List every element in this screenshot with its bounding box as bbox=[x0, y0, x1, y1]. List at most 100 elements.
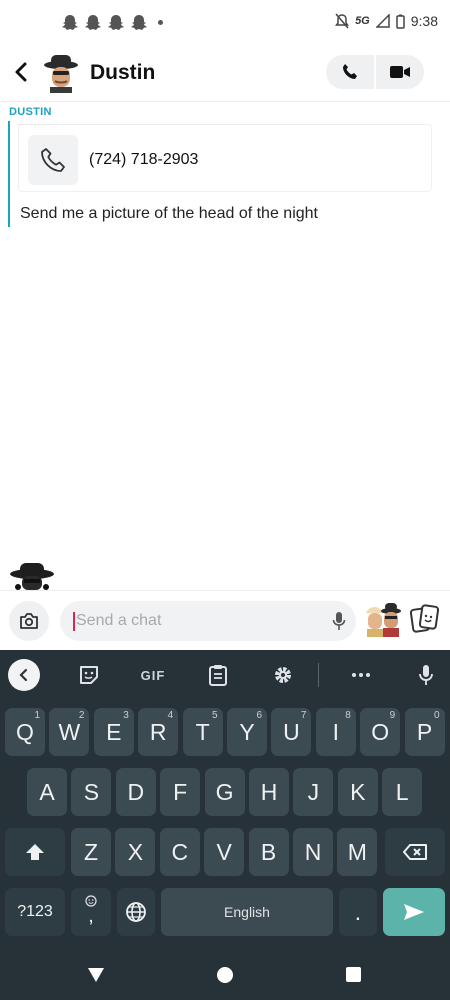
key-x[interactable]: X bbox=[115, 828, 156, 876]
clipboard-button[interactable] bbox=[203, 660, 233, 690]
language-key[interactable] bbox=[117, 888, 155, 936]
key-a[interactable]: A bbox=[27, 768, 67, 816]
key-label: F bbox=[173, 778, 188, 805]
key-hint: 7 bbox=[300, 710, 307, 721]
emoji-comma-key[interactable]: , bbox=[71, 888, 111, 936]
text-caret bbox=[73, 612, 75, 631]
clock: 9:38 bbox=[410, 13, 438, 29]
chat-header: Dustin bbox=[0, 46, 450, 102]
key-label: U bbox=[283, 718, 300, 745]
settings-icon bbox=[275, 667, 291, 683]
message-text: Send me a picture of the head of the nig… bbox=[20, 205, 318, 222]
status-bar: 5G 9:38 bbox=[0, 0, 450, 46]
send-icon bbox=[404, 904, 424, 920]
chevron-left-icon[interactable] bbox=[8, 58, 36, 86]
toolbar-back-button[interactable] bbox=[8, 659, 40, 691]
key-label: N bbox=[304, 838, 322, 865]
key-label: Y bbox=[239, 718, 255, 745]
network-type: 5G bbox=[355, 15, 370, 27]
key-label: T bbox=[195, 718, 210, 745]
key-label: H bbox=[260, 778, 278, 805]
symbols-key[interactable]: ?123 bbox=[5, 888, 65, 936]
key-s[interactable]: S bbox=[71, 768, 112, 816]
key-g[interactable]: G bbox=[204, 768, 245, 816]
key-i[interactable]: I8 bbox=[315, 708, 356, 756]
send-key[interactable] bbox=[383, 888, 445, 936]
voice-call-button[interactable] bbox=[326, 55, 374, 89]
divider bbox=[318, 663, 319, 687]
key-l[interactable]: L bbox=[382, 768, 423, 816]
key-p[interactable]: P0 bbox=[404, 708, 445, 756]
contact-card-icon bbox=[28, 135, 78, 185]
recent-apps-button[interactable] bbox=[346, 967, 361, 982]
back-triangle-icon[interactable] bbox=[87, 967, 105, 983]
key-v[interactable]: V bbox=[204, 828, 245, 876]
notification-icons bbox=[62, 14, 163, 31]
camera-button[interactable] bbox=[9, 601, 49, 641]
gif-button[interactable]: GIF bbox=[136, 660, 170, 690]
key-label: V bbox=[216, 838, 232, 865]
shift-key[interactable] bbox=[5, 828, 65, 876]
backspace-key[interactable] bbox=[385, 828, 445, 876]
video-icon bbox=[390, 66, 410, 78]
key-o[interactable]: O9 bbox=[360, 708, 401, 756]
key-d[interactable]: D bbox=[115, 768, 156, 816]
key-label: O bbox=[371, 718, 390, 745]
keyboard-toolbar: GIF bbox=[0, 650, 450, 700]
key-hint: 4 bbox=[167, 710, 174, 721]
key-label: P bbox=[416, 718, 433, 745]
bitmoji-icon[interactable] bbox=[364, 599, 402, 639]
key-label: K bbox=[350, 778, 366, 805]
key-label: G bbox=[215, 778, 234, 805]
notification-dot bbox=[158, 20, 163, 25]
phone-icon bbox=[343, 64, 357, 79]
key-hint: 9 bbox=[389, 710, 396, 721]
divider bbox=[18, 124, 424, 125]
key-r[interactable]: R4 bbox=[138, 708, 179, 756]
microphone-icon[interactable] bbox=[332, 611, 346, 631]
key-h[interactable]: H bbox=[249, 768, 289, 816]
key-label: R bbox=[149, 718, 167, 745]
sticker-icon bbox=[80, 666, 98, 684]
key-j[interactable]: J bbox=[293, 768, 334, 816]
key-m[interactable]: M bbox=[337, 828, 378, 876]
key-u[interactable]: U7 bbox=[271, 708, 312, 756]
space-key[interactable]: English bbox=[161, 888, 333, 936]
key-e[interactable]: E3 bbox=[93, 708, 134, 756]
message-accent-bar bbox=[8, 121, 10, 227]
key-q[interactable]: Q1 bbox=[5, 708, 45, 756]
key-hint: 3 bbox=[123, 710, 129, 721]
avatar[interactable] bbox=[42, 53, 80, 93]
comma-label: , bbox=[88, 905, 94, 927]
more-button[interactable] bbox=[346, 660, 376, 690]
key-label: J bbox=[307, 778, 320, 805]
more-icon bbox=[352, 673, 370, 677]
period-key[interactable]: . bbox=[339, 888, 377, 936]
key-f[interactable]: F bbox=[160, 768, 201, 816]
video-call-button[interactable] bbox=[376, 55, 424, 89]
shift-icon bbox=[26, 844, 44, 860]
voice-input-button[interactable] bbox=[412, 660, 440, 690]
key-n[interactable]: N bbox=[293, 828, 333, 876]
key-w[interactable]: W2 bbox=[49, 708, 90, 756]
key-label: B bbox=[260, 838, 277, 865]
bitmoji-peek-icon bbox=[10, 563, 54, 590]
key-z[interactable]: Z bbox=[71, 828, 111, 876]
contact-name[interactable]: Dustin bbox=[90, 61, 155, 85]
key-hint: 0 bbox=[434, 710, 440, 721]
contact-phone-number[interactable]: (724) 718-2903 bbox=[89, 151, 198, 169]
key-b[interactable]: B bbox=[248, 828, 289, 876]
key-k[interactable]: K bbox=[337, 768, 378, 816]
sticker-button[interactable] bbox=[74, 660, 104, 690]
settings-button[interactable] bbox=[268, 660, 298, 690]
contact-card[interactable] bbox=[18, 124, 432, 192]
key-hint: 5 bbox=[212, 710, 218, 721]
key-c[interactable]: C bbox=[159, 828, 200, 876]
sticker-icon[interactable] bbox=[410, 603, 440, 635]
key-t[interactable]: T5 bbox=[182, 708, 223, 756]
chat-input[interactable]: Send a chat bbox=[60, 601, 356, 641]
home-button[interactable] bbox=[217, 967, 233, 983]
key-y[interactable]: Y6 bbox=[227, 708, 267, 756]
microphone-icon bbox=[419, 665, 433, 685]
key-hint: 2 bbox=[78, 710, 85, 721]
